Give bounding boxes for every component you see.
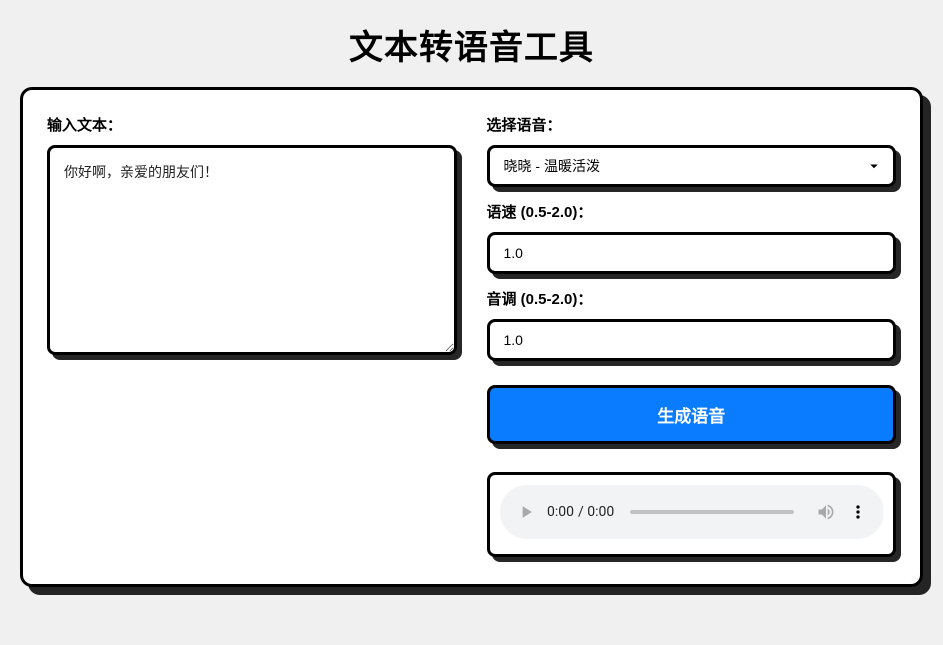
pitch-input-label: 音调 (0.5-2.0)： <box>487 288 897 309</box>
pitch-input[interactable] <box>487 319 897 361</box>
text-input-label: 输入文本： <box>47 114 457 135</box>
main-panel: 输入文本： 选择语音： 晓晓 - 温暖活泼 语速 (0.5-2.0)： 音调 (… <box>20 87 923 587</box>
right-column: 选择语音： 晓晓 - 温暖活泼 语速 (0.5-2.0)： 音调 (0.5-2.… <box>487 114 897 560</box>
generate-button[interactable]: 生成语音 <box>487 385 897 444</box>
page-title: 文本转语音工具 <box>20 20 923 69</box>
voice-select[interactable]: 晓晓 - 温暖活泼 <box>487 145 897 187</box>
audio-container <box>487 472 897 557</box>
text-input[interactable] <box>47 145 457 355</box>
left-column: 输入文本： <box>47 114 457 560</box>
speed-input[interactable] <box>487 232 897 274</box>
voice-select-label: 选择语音： <box>487 114 897 135</box>
speed-input-label: 语速 (0.5-2.0)： <box>487 201 897 222</box>
audio-player[interactable] <box>500 485 884 539</box>
